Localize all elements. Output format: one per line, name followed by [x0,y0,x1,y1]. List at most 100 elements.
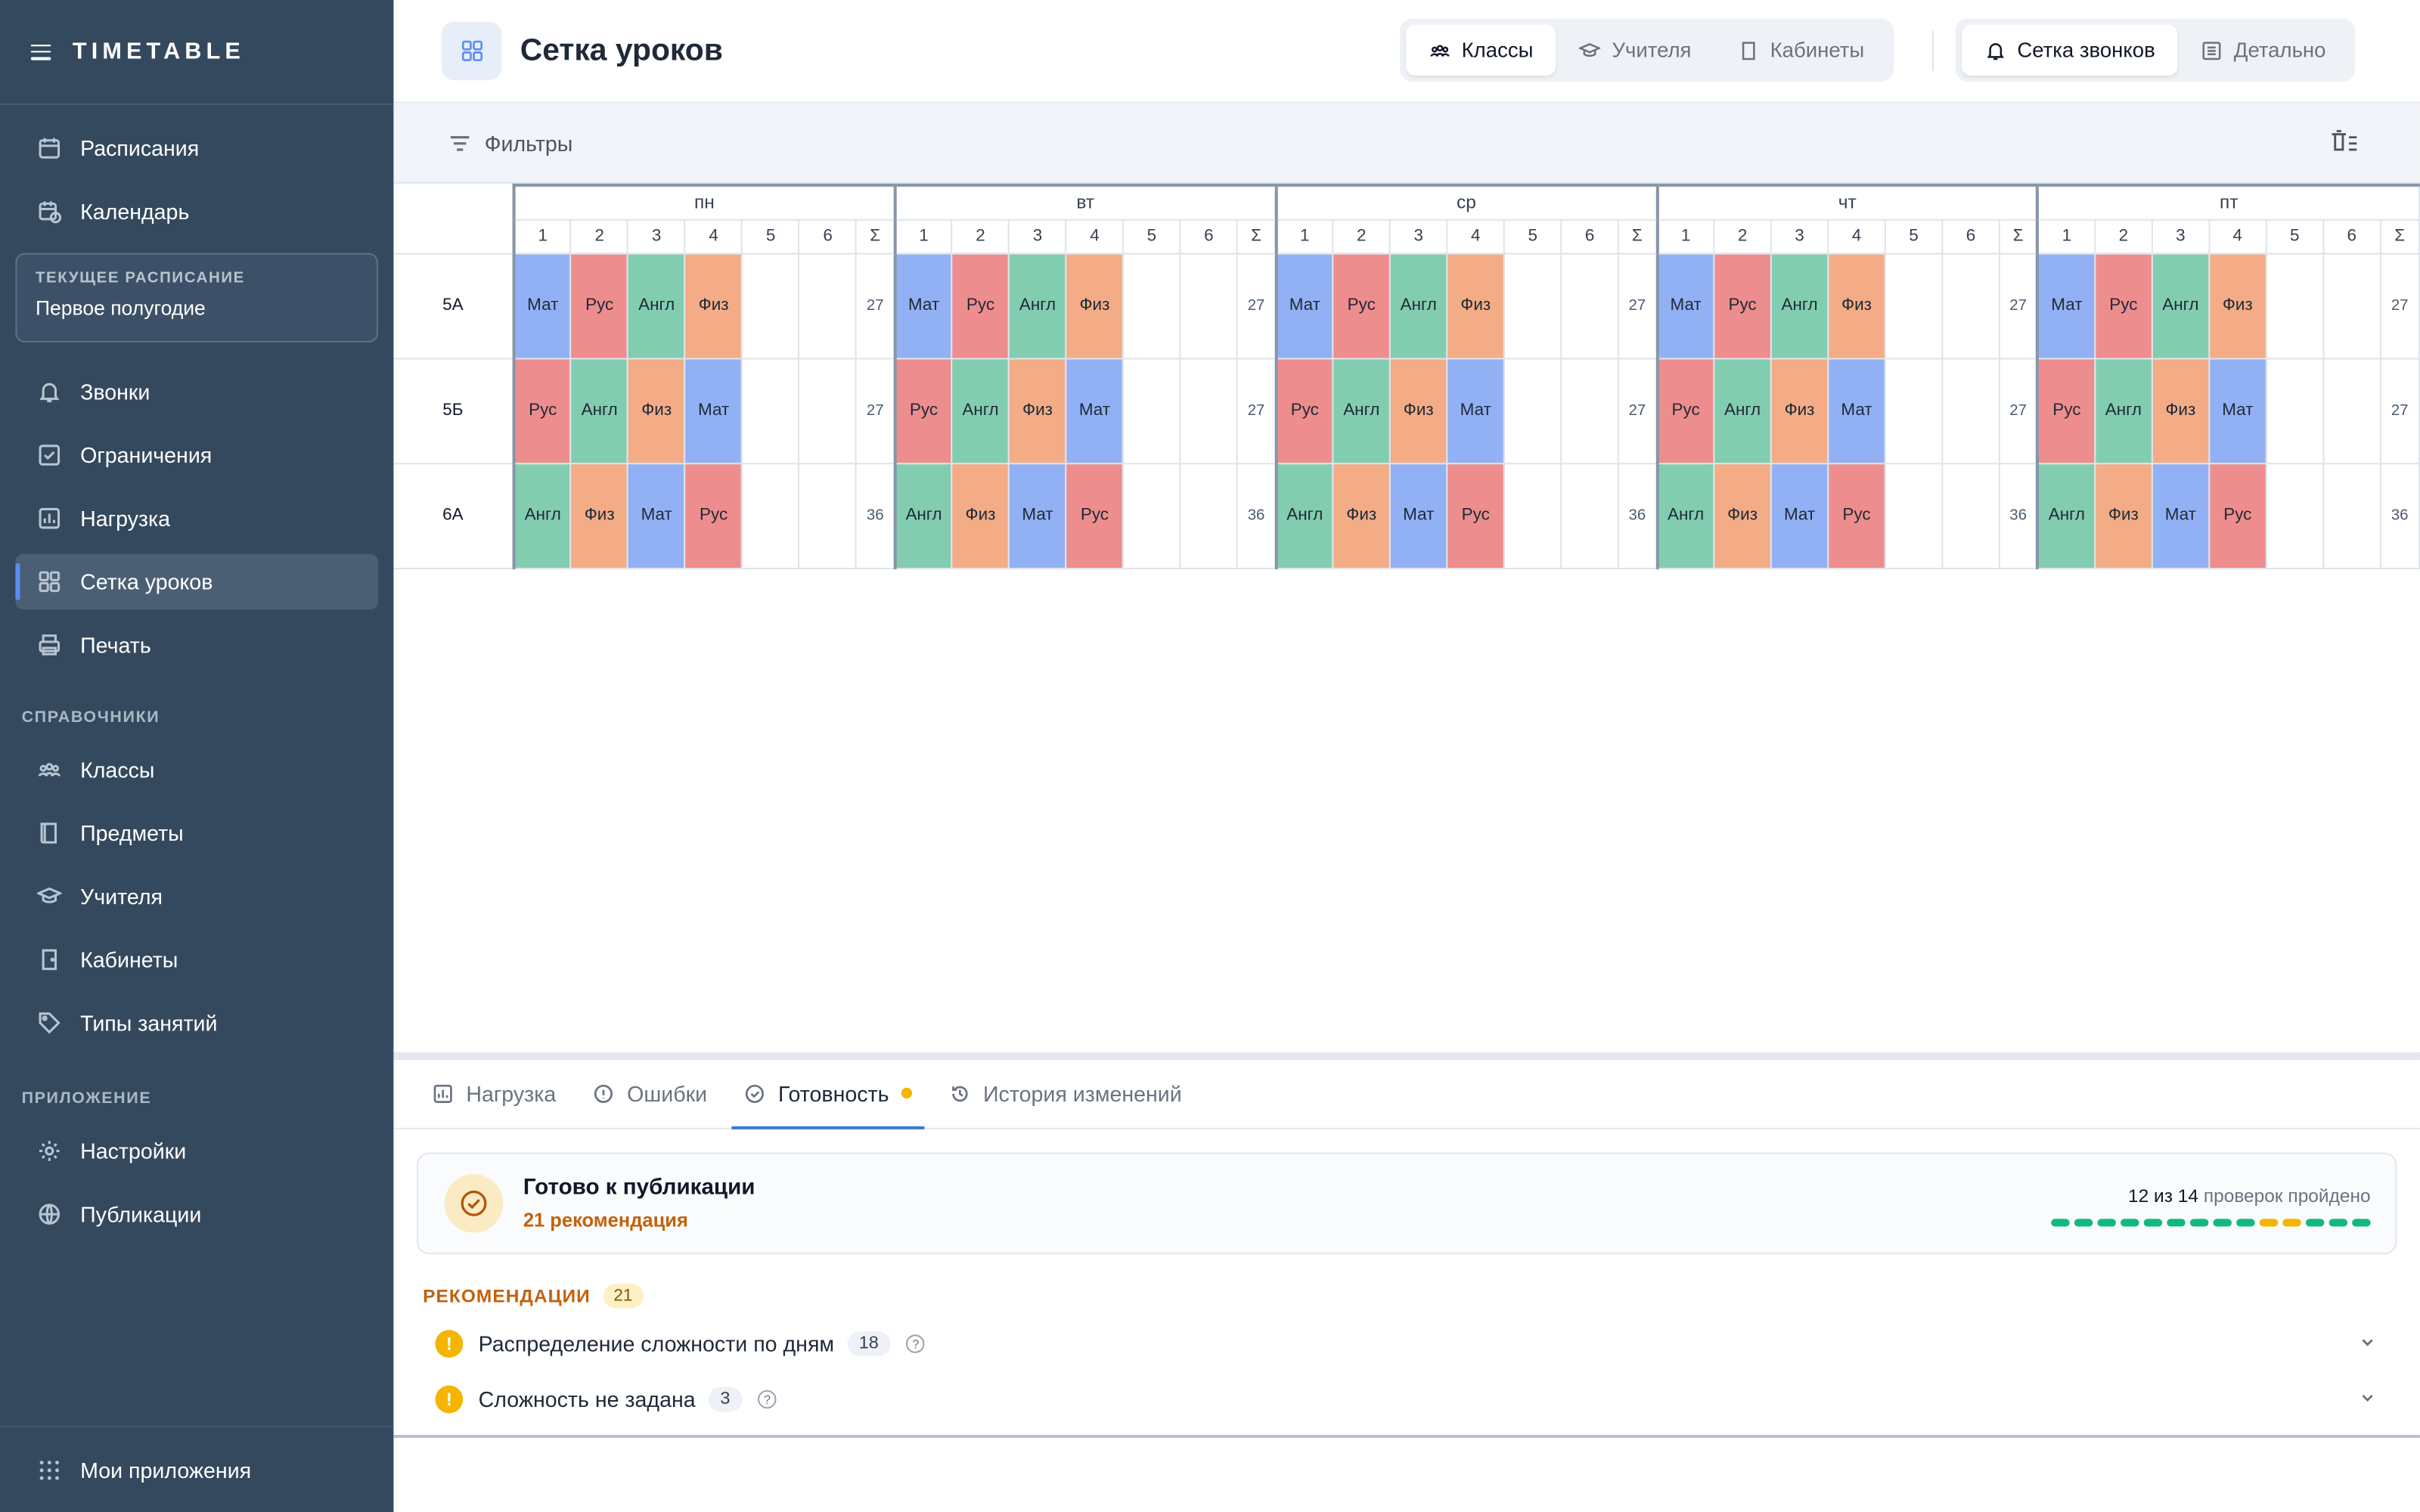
lesson-cell[interactable]: Рус [1655,357,1715,464]
lesson-cell[interactable]: Рус [1827,462,1886,569]
empty-cell[interactable] [798,357,858,464]
sidebar-item-gear[interactable]: Настройки [15,1123,378,1179]
empty-cell[interactable] [1884,357,1944,464]
empty-cell[interactable] [1503,252,1562,359]
sidebar-item-bell[interactable]: Звонки [15,364,378,420]
lesson-cell[interactable]: Англ [1389,252,1448,359]
tab-bottom-1[interactable]: Ошибки [581,1058,719,1128]
empty-cell[interactable] [741,357,800,464]
lesson-cell[interactable]: Англ [2094,357,2153,464]
empty-cell[interactable] [798,252,858,359]
lesson-cell[interactable]: Рус [2036,357,2096,464]
lesson-cell[interactable]: Рус [951,252,1010,359]
lesson-cell[interactable]: Рус [2208,462,2267,569]
my-apps[interactable]: Мои приложения [0,1425,394,1512]
sidebar-item-my-apps[interactable]: Мои приложения [15,1442,378,1497]
empty-cell[interactable] [1560,357,1619,464]
sidebar-item-globe[interactable]: Публикации [15,1186,378,1241]
empty-cell[interactable] [741,252,800,359]
sidebar-item-calendar[interactable]: Расписания [15,120,378,175]
empty-cell[interactable] [2265,252,2325,359]
empty-cell[interactable] [1503,357,1562,464]
lesson-cell[interactable]: Англ [951,357,1010,464]
lesson-cell[interactable]: Рус [1332,252,1392,359]
lesson-cell[interactable]: Англ [893,462,953,569]
empty-cell[interactable] [2322,462,2381,569]
lesson-cell[interactable]: Физ [1332,462,1392,569]
lesson-cell[interactable]: Англ [2151,252,2211,359]
lesson-cell[interactable]: Физ [951,462,1010,569]
recommendation-item[interactable]: ! Сложность не задана 3? [435,1379,2377,1419]
sidebar-item-printer[interactable]: Печать [15,617,378,672]
lesson-cell[interactable]: Мат [2151,462,2211,569]
empty-cell[interactable] [1560,462,1619,569]
chevron-down-icon[interactable] [2358,1387,2376,1415]
lesson-cell[interactable]: Мат [1389,462,1448,569]
lesson-cell[interactable]: Физ [1446,252,1506,359]
lesson-cell[interactable]: Физ [1827,252,1886,359]
empty-cell[interactable] [1884,462,1944,569]
lesson-cell[interactable]: Физ [1008,357,1067,464]
empty-cell[interactable] [2265,357,2325,464]
empty-cell[interactable] [1179,252,1239,359]
lesson-cell[interactable]: Мат [1008,462,1067,569]
lesson-cell[interactable]: Рус [1446,462,1506,569]
empty-cell[interactable] [1560,252,1619,359]
lesson-cell[interactable]: Мат [2208,357,2267,464]
lesson-cell[interactable]: Физ [627,357,686,464]
lesson-cell[interactable]: Рус [1713,252,1772,359]
empty-cell[interactable] [1884,252,1944,359]
lesson-cell[interactable]: Англ [1713,357,1772,464]
lesson-cell[interactable]: Англ [1008,252,1067,359]
lesson-cell[interactable]: Мат [627,462,686,569]
empty-cell[interactable] [1941,462,2000,569]
recommendation-item[interactable]: ! Распределение сложности по дням 18? [435,1324,2377,1364]
empty-cell[interactable] [1179,357,1239,464]
lesson-cell[interactable]: Физ [1770,357,1829,464]
class-name[interactable]: 5Б [393,357,515,464]
lesson-cell[interactable]: Рус [2094,252,2153,359]
lesson-cell[interactable]: Англ [627,252,686,359]
sidebar-item-chart[interactable]: Нагрузка [15,491,378,546]
clear-filters-icon[interactable] [2331,129,2359,162]
tab-bottom-3[interactable]: История изменений [937,1058,1194,1128]
lesson-cell[interactable]: Мат [512,252,572,359]
chevron-down-icon[interactable] [2358,1331,2376,1359]
lesson-cell[interactable]: Физ [684,252,743,359]
empty-cell[interactable] [1941,357,2000,464]
lesson-cell[interactable]: Англ [1655,462,1715,569]
lesson-cell[interactable]: Мат [1065,357,1125,464]
lesson-cell[interactable]: Рус [512,357,572,464]
lesson-cell[interactable]: Рус [893,357,953,464]
lesson-cell[interactable]: Физ [2208,252,2267,359]
empty-cell[interactable] [1941,252,2000,359]
empty-cell[interactable] [1179,462,1239,569]
empty-cell[interactable] [1122,252,1181,359]
class-name[interactable]: 6А [393,462,515,569]
lesson-cell[interactable]: Мат [1274,252,1334,359]
sidebar-item-calendar-clock[interactable]: Календарь [15,184,378,239]
empty-cell[interactable] [1122,357,1181,464]
sidebar-item-tag[interactable]: Типы занятий [15,995,378,1050]
lesson-cell[interactable]: Рус [569,252,629,359]
sidebar-item-grid[interactable]: Сетка уроков [15,553,378,610]
lesson-cell[interactable]: Англ [512,462,572,569]
lesson-cell[interactable]: Мат [684,357,743,464]
tab-bottom-2[interactable]: Готовность [731,1058,925,1129]
tab-mode-0[interactable]: Сетка звонков [1961,24,2179,76]
class-name[interactable]: 5А [393,252,515,359]
lesson-cell[interactable]: Физ [1065,252,1125,359]
tab-bottom-0[interactable]: Нагрузка [420,1058,568,1128]
lesson-cell[interactable]: Мат [1770,462,1829,569]
lesson-cell[interactable]: Англ [2036,462,2096,569]
tab-view-0[interactable]: Классы [1406,24,1557,76]
lesson-cell[interactable]: Англ [1332,357,1392,464]
sidebar-item-classes[interactable]: Классы [15,742,378,798]
current-schedule[interactable]: ТЕКУЩЕЕ РАСПИСАНИЕ Первое полугодие [15,253,378,343]
lesson-cell[interactable]: Рус [684,462,743,569]
lesson-cell[interactable]: Англ [569,357,629,464]
empty-cell[interactable] [2322,357,2381,464]
lesson-cell[interactable]: Мат [893,252,953,359]
sidebar-item-graduation-cap[interactable]: Учителя [15,869,378,924]
empty-cell[interactable] [741,462,800,569]
